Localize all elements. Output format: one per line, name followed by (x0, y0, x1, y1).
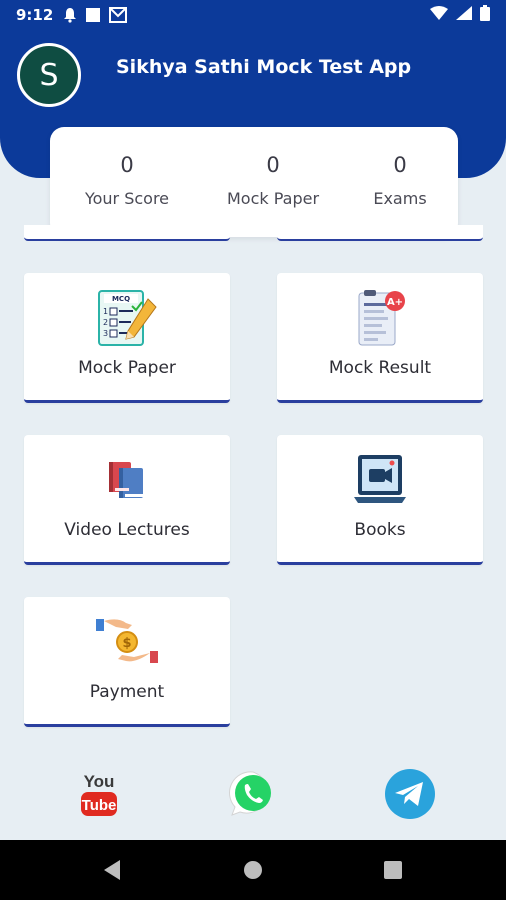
square-icon (85, 7, 101, 23)
stats-card: 0 Your Score 0 Mock Paper 0 Exams (50, 127, 458, 237)
books-stack-icon (24, 451, 230, 509)
stat-value: 0 (393, 153, 407, 177)
stat-your-score: 0 Your Score (62, 153, 192, 208)
hidden-tile-left[interactable] (24, 225, 230, 241)
telegram-button[interactable] (384, 766, 436, 822)
stat-exams: 0 Exams (335, 153, 465, 208)
tile-payment[interactable]: $ Payment (24, 597, 230, 727)
mcq-text: MCQ (112, 295, 130, 303)
youtube-you-text: You (84, 772, 115, 791)
gmail-icon (109, 7, 128, 23)
status-time: 9:12 (16, 6, 54, 24)
stat-mock-paper: 0 Mock Paper (208, 153, 338, 208)
recents-icon[interactable] (381, 858, 405, 882)
stat-value: 0 (120, 153, 134, 177)
whatsapp-button[interactable] (228, 766, 278, 822)
youtube-icon: You Tube (81, 772, 117, 816)
battery-icon (480, 5, 490, 25)
payment-coin-icon: $ (24, 613, 230, 671)
svg-text:3: 3 (103, 329, 108, 338)
avatar[interactable]: S (17, 43, 81, 107)
tile-books[interactable]: Books (277, 435, 483, 565)
wifi-icon (430, 6, 448, 24)
stat-value: 0 (266, 153, 280, 177)
svg-text:2: 2 (103, 318, 108, 327)
stat-label: Exams (373, 189, 427, 208)
mcq-paper-icon: MCQ 1 2 3 (24, 289, 230, 347)
tile-label: Payment (89, 682, 165, 702)
back-icon[interactable] (100, 858, 124, 882)
tile-label: Books (354, 520, 406, 540)
tile-mock-result[interactable]: A+ Mock Result (277, 273, 483, 403)
tile-video-lectures[interactable]: Video Lectures (24, 435, 230, 565)
tile-label: Video Lectures (64, 520, 190, 540)
stat-label: Your Score (84, 189, 170, 208)
telegram-icon (385, 769, 435, 819)
result-report-icon: A+ (277, 289, 483, 347)
video-laptop-icon (277, 451, 483, 509)
status-bar: 9:12 (0, 0, 506, 30)
stat-label: Mock Paper (226, 189, 320, 208)
notification-bell-icon (63, 7, 77, 23)
grade-badge-text: A+ (387, 297, 403, 308)
home-icon[interactable] (241, 858, 265, 882)
tile-label: Mock Result (328, 358, 432, 378)
tile-mock-paper[interactable]: MCQ 1 2 3 Mock Paper (24, 273, 230, 403)
youtube-tube-text: Tube (82, 797, 117, 814)
system-navigation-bar (0, 840, 506, 900)
youtube-button[interactable]: You Tube (76, 766, 122, 822)
hidden-tile-right[interactable] (277, 225, 483, 241)
signal-icon (456, 6, 472, 24)
tile-label: Mock Paper (78, 358, 176, 378)
whatsapp-icon (229, 771, 271, 816)
svg-text:$: $ (122, 636, 131, 651)
svg-text:1: 1 (103, 307, 108, 316)
page-title: Sikhya Sathi Mock Test App (116, 56, 412, 78)
